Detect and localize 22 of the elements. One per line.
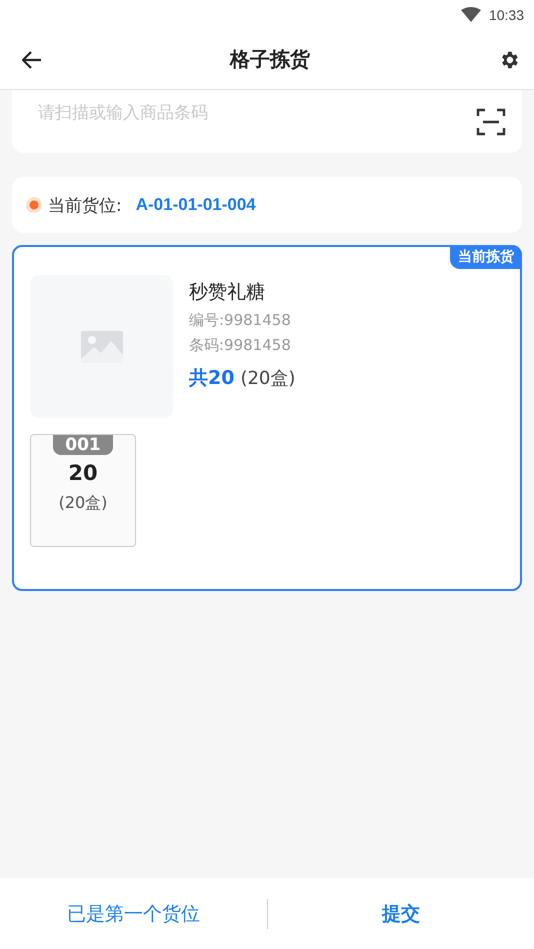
location-value: A-01-01-01-004 xyxy=(136,195,256,215)
submit-button[interactable]: 提交 xyxy=(268,892,534,934)
total-unit: (20盒) xyxy=(240,367,296,390)
grid-slot[interactable]: 001 20 (20盒) xyxy=(30,434,136,547)
back-arrow-icon[interactable] xyxy=(22,50,42,68)
previous-location-button[interactable]: 已是第一个货位 xyxy=(0,892,266,934)
slot-number: 001 xyxy=(53,435,113,455)
product-code: 编号:9981458 xyxy=(189,311,292,330)
page-title: 格子拣货 xyxy=(230,46,310,73)
product-barcode: 条码:9981458 xyxy=(189,336,292,355)
image-icon xyxy=(80,330,122,362)
item-card[interactable]: 当前拣货 秒赞礼糖 编号:9981458 条码:9981458 共20 (20盒) 001 20 (20盒) xyxy=(12,245,522,591)
wifi-icon xyxy=(460,7,481,23)
slot-quantity: 20 xyxy=(68,461,98,485)
scan-icon[interactable] xyxy=(476,106,506,136)
status-time: 10:33 xyxy=(488,7,524,23)
status-dot-icon xyxy=(26,197,42,213)
total-quantity: 共20 xyxy=(189,366,234,391)
product-name: 秒赞礼糖 xyxy=(189,280,266,305)
slot-unit: (20盒) xyxy=(58,493,108,514)
current-badge: 当前拣货 xyxy=(450,245,522,269)
location-label: 当前货位: xyxy=(48,194,122,216)
